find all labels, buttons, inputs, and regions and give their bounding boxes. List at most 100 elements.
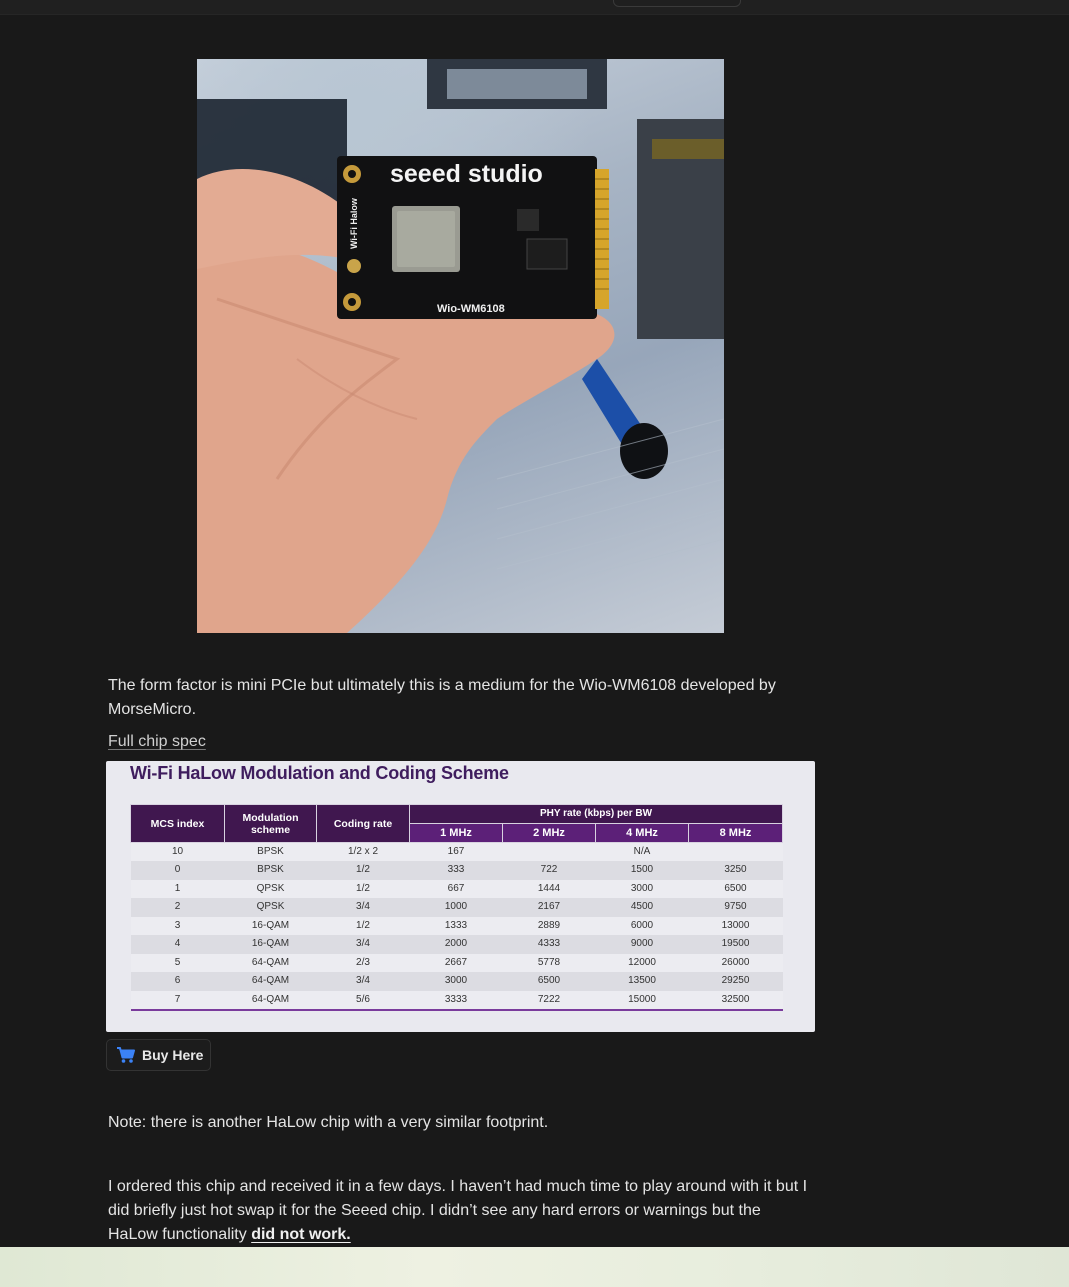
table-cell: 2667 — [409, 953, 503, 972]
product-photo: seeed studio Wio-WM6108 Wi-Fi Halow — [197, 59, 724, 633]
table-cell: 19500 — [688, 935, 783, 954]
board-brand-text: seeed studio — [390, 160, 543, 188]
table-cell: 1000 — [409, 898, 503, 917]
table-cell: 7 — [130, 990, 225, 1011]
table-cell: 5778 — [502, 953, 596, 972]
table-cell: 167 — [409, 842, 503, 861]
header-coding-rate: Coding rate — [316, 804, 410, 843]
full-chip-spec-link[interactable]: Full chip spec — [108, 730, 206, 754]
spec-table-title: Wi-Fi HaLow Modulation and Coding Scheme — [130, 763, 509, 783]
table-row: 2 QPSK 3/4 1000 2167 4500 9750 — [130, 898, 783, 917]
table-cell: 9000 — [595, 935, 689, 954]
note-paragraph: Note: there is another HaLow chip with a… — [108, 1114, 549, 1131]
table-cell: 6000 — [595, 916, 689, 935]
bottom-image-strip — [0, 1247, 1069, 1287]
table-cell: 15000 — [595, 990, 689, 1011]
table-row: 10 BPSK 1/2 x 2 167 N/A — [130, 842, 783, 861]
table-cell: 1333 — [409, 916, 503, 935]
table-cell: 32500 — [688, 990, 783, 1011]
table-row: 1 QPSK 1/2 667 1444 3000 6500 — [130, 879, 783, 898]
top-bar — [0, 0, 1069, 15]
product-photo-illustration: seeed studio Wio-WM6108 Wi-Fi Halow — [197, 59, 724, 633]
table-cell: 2167 — [502, 898, 596, 917]
table-cell: 3000 — [409, 972, 503, 991]
table-cell: 2889 — [502, 916, 596, 935]
did-not-work-link[interactable]: did not work. — [251, 1226, 351, 1243]
table-cell: 1/2 — [316, 861, 410, 880]
table-cell: 13500 — [595, 972, 689, 991]
spec-table-body: 10 BPSK 1/2 x 2 167 N/A 0 BPSK 1/2 333 7… — [130, 842, 783, 1011]
table-cell: N/A — [595, 842, 689, 861]
table-cell: 5/6 — [316, 990, 410, 1011]
table-cell: 1500 — [595, 861, 689, 880]
spec-table-image: Wi-Fi HaLow Modulation and Coding Scheme… — [106, 761, 815, 1032]
table-cell: 3333 — [409, 990, 503, 1011]
header-bw-8mhz: 8 MHz — [688, 823, 783, 843]
table-cell — [688, 842, 783, 861]
top-bar-tab[interactable] — [613, 0, 741, 7]
table-cell: 64-QAM — [224, 953, 317, 972]
table-row: 0 BPSK 1/2 333 722 1500 3250 — [130, 861, 783, 880]
table-cell: 16-QAM — [224, 916, 317, 935]
table-row: 4 16-QAM 3/4 2000 4333 9000 19500 — [130, 935, 783, 954]
cart-icon — [117, 1047, 135, 1063]
table-cell: 26000 — [688, 953, 783, 972]
table-cell: 722 — [502, 861, 596, 880]
table-cell: BPSK — [224, 861, 317, 880]
table-cell: 1/2 x 2 — [316, 842, 410, 861]
table-row: 7 64-QAM 5/6 3333 7222 15000 32500 — [130, 990, 783, 1011]
header-mcs-index: MCS index — [130, 804, 225, 843]
table-cell: 667 — [409, 879, 503, 898]
table-cell: 7222 — [502, 990, 596, 1011]
spec-table: MCS index Modulation scheme Coding rate … — [130, 804, 783, 1011]
header-bw-1mhz: 1 MHz — [409, 823, 503, 843]
order-paragraph-text: I ordered this chip and received it in a… — [108, 1178, 808, 1243]
table-cell: 1 — [130, 879, 225, 898]
table-cell: 5 — [130, 953, 225, 972]
table-cell: 3/4 — [316, 972, 410, 991]
table-cell: 6500 — [688, 879, 783, 898]
table-cell: 1/2 — [316, 879, 410, 898]
table-cell: 2 — [130, 898, 225, 917]
table-cell: 333 — [409, 861, 503, 880]
table-cell: 3/4 — [316, 898, 410, 917]
header-bw-4mhz: 4 MHz — [595, 823, 689, 843]
table-cell: 1/2 — [316, 916, 410, 935]
table-cell — [502, 842, 596, 861]
table-cell: 12000 — [595, 953, 689, 972]
table-cell: 9750 — [688, 898, 783, 917]
table-cell: 64-QAM — [224, 972, 317, 991]
buy-here-button[interactable]: Buy Here — [106, 1039, 211, 1071]
table-cell: 29250 — [688, 972, 783, 991]
order-paragraph: I ordered this chip and received it in a… — [108, 1175, 808, 1247]
table-row: 3 16-QAM 1/2 1333 2889 6000 13000 — [130, 916, 783, 935]
board-model-text: Wio-WM6108 — [437, 303, 505, 315]
intro-paragraph: The form factor is mini PCIe but ultimat… — [108, 677, 776, 718]
table-cell: QPSK — [224, 879, 317, 898]
table-cell: QPSK — [224, 898, 317, 917]
table-row: 5 64-QAM 2/3 2667 5778 12000 26000 — [130, 953, 783, 972]
table-cell: 3000 — [595, 879, 689, 898]
table-cell: 1444 — [502, 879, 596, 898]
table-cell: 2/3 — [316, 953, 410, 972]
table-cell: BPSK — [224, 842, 317, 861]
board-side-text: Wi-Fi Halow — [349, 197, 359, 249]
table-cell: 6500 — [502, 972, 596, 991]
table-cell: 13000 — [688, 916, 783, 935]
table-cell: 16-QAM — [224, 935, 317, 954]
table-cell: 3/4 — [316, 935, 410, 954]
header-bw-2mhz: 2 MHz — [502, 823, 596, 843]
table-cell: 4333 — [502, 935, 596, 954]
buy-here-label: Buy Here — [142, 1047, 204, 1063]
table-cell: 10 — [130, 842, 225, 861]
table-row: 6 64-QAM 3/4 3000 6500 13500 29250 — [130, 972, 783, 991]
table-cell: 4 — [130, 935, 225, 954]
table-cell: 3 — [130, 916, 225, 935]
table-cell: 3250 — [688, 861, 783, 880]
header-modulation-scheme: Modulation scheme — [224, 804, 317, 843]
header-phy-rate-group: PHY rate (kbps) per BW — [409, 804, 783, 824]
table-cell: 64-QAM — [224, 990, 317, 1011]
table-cell: 0 — [130, 861, 225, 880]
table-cell: 2000 — [409, 935, 503, 954]
table-cell: 6 — [130, 972, 225, 991]
